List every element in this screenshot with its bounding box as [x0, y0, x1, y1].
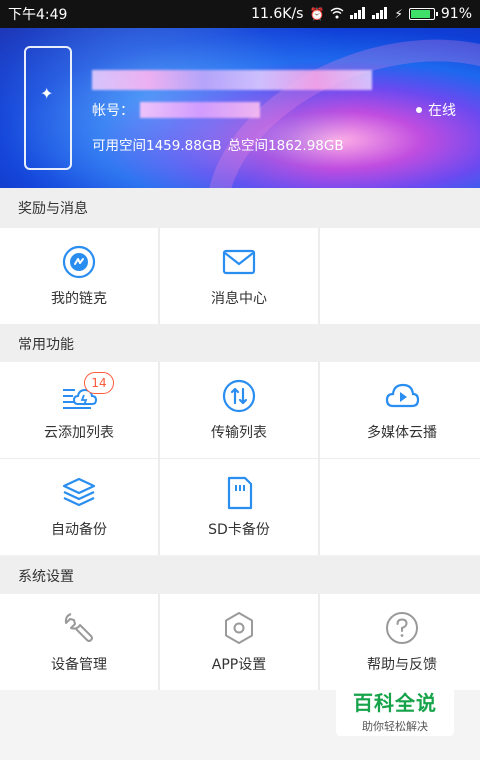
media-cloud-play-label: 多媒体云播 — [367, 425, 437, 441]
auto-backup-label: 自动备份 — [51, 522, 107, 538]
account-line: 帐号： — [92, 100, 260, 120]
layers-icon — [62, 477, 96, 507]
hexagon-settings-icon — [225, 612, 253, 644]
empty-cell — [320, 459, 480, 555]
online-label: 在线 — [428, 103, 456, 119]
wifi-icon — [330, 7, 344, 22]
watermark: 百科全说 助你轻松解决 — [336, 684, 454, 736]
cloud-add-badge: 14 — [84, 372, 114, 394]
cloud-add-list-button[interactable]: 14 云添加列表 — [0, 362, 158, 458]
online-status: 在线 — [416, 100, 456, 120]
username-redacted — [92, 70, 372, 90]
battery-percent: 91% — [440, 6, 472, 22]
wrench-icon — [64, 613, 93, 642]
signal-icon — [350, 6, 366, 22]
sd-card-backup-button[interactable]: SD卡备份 — [160, 459, 318, 555]
section-title-common: 常用功能 — [0, 324, 480, 364]
available-space: 可用空间1459.88GB — [92, 138, 222, 154]
profile-header[interactable]: ✦ 帐号： 在线 可用空间1459.88GB 总空间1862.98GB — [0, 28, 480, 188]
status-right: 11.6K/s ⏰ ⚡ 91% — [251, 6, 472, 22]
rewards-grid: 我的链克 消息中心 — [0, 228, 480, 324]
battery-fill — [410, 10, 430, 18]
status-bar: 下午4:49 11.6K/s ⏰ ⚡ 91% — [0, 0, 480, 28]
common-grid: 14 云添加列表 传输列表 多媒体云播 自动备份 SD卡备份 — [0, 362, 480, 555]
section-title-rewards: 奖励与消息 — [0, 188, 480, 228]
section-title-settings: 系统设置 — [0, 556, 480, 596]
help-feedback-button[interactable]: 帮助与反馈 — [320, 594, 480, 690]
app-settings-label: APP设置 — [211, 657, 267, 673]
device-icon: ✦ — [24, 46, 72, 170]
device-management-label: 设备管理 — [51, 657, 107, 673]
account-label: 帐号： — [92, 103, 134, 119]
total-space: 总空间1862.98GB — [227, 138, 344, 154]
section-label: 系统设置 — [18, 569, 74, 585]
help-feedback-label: 帮助与反馈 — [367, 657, 437, 673]
app-settings-button[interactable]: APP设置 — [160, 594, 318, 690]
signal-icon — [372, 6, 388, 22]
transfer-icon — [222, 379, 256, 413]
link-coin-icon — [62, 245, 96, 279]
cloud-play-icon — [385, 383, 420, 408]
help-icon — [386, 612, 418, 644]
app-logo-icon: ✦ — [40, 84, 54, 103]
online-dot-icon — [416, 107, 422, 113]
account-redacted — [140, 102, 260, 118]
mail-icon — [222, 249, 256, 275]
auto-backup-button[interactable]: 自动备份 — [0, 459, 158, 555]
storage-info: 可用空间1459.88GB 总空间1862.98GB — [92, 134, 344, 154]
section-label: 常用功能 — [18, 337, 74, 353]
watermark-main: 百科全说 — [353, 690, 437, 715]
status-time: 下午4:49 — [8, 7, 68, 23]
message-center-label: 消息中心 — [211, 291, 267, 307]
alarm-icon: ⏰ — [309, 7, 325, 21]
cloud-add-label: 云添加列表 — [44, 425, 114, 441]
message-center-button[interactable]: 消息中心 — [160, 228, 318, 324]
sd-card-icon — [227, 476, 253, 510]
battery-icon — [408, 8, 438, 20]
network-speed: 11.6K/s — [251, 6, 304, 22]
transfer-list-label: 传输列表 — [211, 425, 267, 441]
media-cloud-play-button[interactable]: 多媒体云播 — [320, 362, 480, 458]
section-label: 奖励与消息 — [18, 201, 88, 217]
watermark-sub: 助你轻松解决 — [362, 719, 428, 733]
transfer-list-button[interactable]: 传输列表 — [160, 362, 318, 458]
device-management-button[interactable]: 设备管理 — [0, 594, 158, 690]
settings-grid: 设备管理 APP设置 帮助与反馈 — [0, 594, 480, 690]
my-link-coin-label: 我的链克 — [51, 291, 107, 307]
empty-cell — [320, 228, 480, 324]
charging-icon: ⚡ — [394, 7, 403, 21]
my-link-coin-button[interactable]: 我的链克 — [0, 228, 158, 324]
sd-card-backup-label: SD卡备份 — [208, 522, 270, 538]
